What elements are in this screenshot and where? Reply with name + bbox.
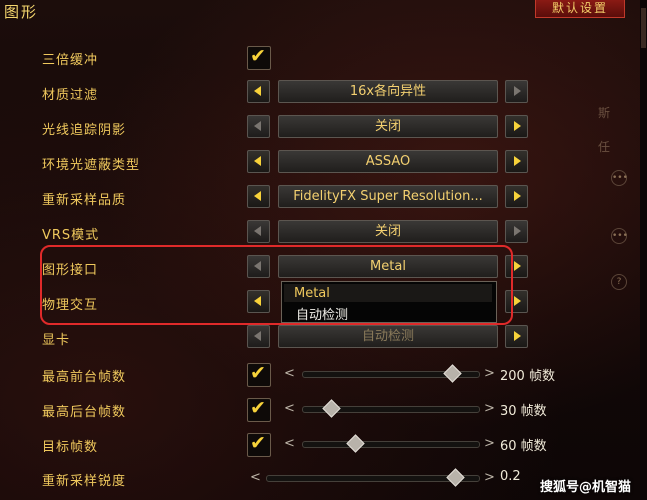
setting-row-target-fps: 目标帧数 ✔ < > 60 帧数 [0, 430, 640, 460]
prev-option-button[interactable] [247, 220, 270, 243]
scrollbar[interactable] [640, 0, 647, 500]
setting-label: 最高后台帧数 [42, 405, 127, 420]
setting-label: 重新采样品质 [42, 193, 127, 208]
arrow-right-icon [514, 226, 521, 236]
watermark: 搜狐号@机智猫 [540, 480, 632, 495]
max-background-fps-checkbox[interactable]: ✔ [247, 397, 271, 422]
check-icon: ✔ [250, 362, 266, 384]
setting-row-triple-buffering: 三倍缓冲 ✔ [0, 43, 640, 73]
slider-knob-icon[interactable] [446, 468, 465, 487]
reset-defaults-button[interactable]: 默认设置 [535, 0, 625, 18]
page-title: 图形 [4, 3, 39, 21]
arrow-right-icon [514, 191, 521, 201]
graphics-settings-panel: 图形 默认设置 斯 任 ••• ••• ? 三倍缓冲 ✔ 材质过滤 16x各向异… [0, 0, 647, 500]
max-foreground-fps-checkbox[interactable]: ✔ [247, 362, 271, 387]
setting-label: 最高前台帧数 [42, 370, 127, 385]
setting-value[interactable]: FidelityFX Super Resolution... [278, 185, 498, 208]
slider-value: 60 帧数 [500, 439, 547, 454]
arrow-left-icon [254, 86, 261, 96]
setting-row-texture-filtering: 材质过滤 16x各向异性 [0, 78, 640, 108]
slider-knob-icon[interactable] [346, 434, 366, 453]
highlight-annotation-box [40, 245, 513, 325]
arrow-left-icon[interactable]: < [250, 470, 261, 485]
arrow-right-icon[interactable]: > [484, 366, 495, 381]
arrow-right-icon [514, 331, 521, 341]
setting-value[interactable]: 关闭 [278, 220, 498, 243]
next-option-button[interactable] [505, 325, 528, 348]
arrow-left-icon[interactable]: < [284, 366, 295, 381]
arrow-left-icon [254, 226, 261, 236]
next-option-button[interactable] [505, 220, 528, 243]
arrow-right-icon[interactable]: > [484, 470, 495, 485]
prev-option-button[interactable] [247, 115, 270, 138]
slider-value: 0.2 [500, 469, 521, 484]
arrow-right-icon [514, 156, 521, 166]
setting-label: 显卡 [42, 333, 71, 348]
check-icon: ✔ [250, 432, 266, 454]
next-option-button[interactable] [505, 80, 528, 103]
setting-value[interactable]: ASSAO [278, 150, 498, 173]
gpu-select[interactable]: 自动检测 [278, 325, 498, 348]
arrow-left-icon [254, 331, 261, 341]
arrow-left-icon[interactable]: < [284, 401, 295, 416]
triple-buffering-checkbox[interactable]: ✔ [247, 45, 271, 70]
setting-row-vrs-mode: VRS模式 关闭 [0, 218, 640, 248]
arrow-right-icon [514, 86, 521, 96]
prev-option-button[interactable] [247, 80, 270, 103]
fps-slider-track[interactable] [302, 434, 480, 453]
prev-option-button[interactable] [247, 150, 270, 173]
target-fps-checkbox[interactable]: ✔ [247, 432, 271, 457]
setting-label: 环境光遮蔽类型 [42, 158, 141, 173]
slider-knob-icon[interactable] [443, 364, 462, 383]
fps-slider-track[interactable] [302, 364, 480, 383]
arrow-left-icon [254, 156, 261, 166]
check-icon: ✔ [250, 45, 266, 67]
arrow-right-icon [514, 121, 521, 131]
arrow-right-icon[interactable]: > [484, 401, 495, 416]
setting-value[interactable]: 16x各向异性 [278, 80, 498, 103]
fps-slider-track[interactable] [302, 399, 480, 418]
sharpness-slider-track[interactable] [266, 468, 480, 487]
arrow-right-icon [514, 296, 521, 306]
setting-label: 重新采样锐度 [42, 474, 127, 489]
arrow-right-icon [514, 261, 521, 271]
setting-label: 三倍缓冲 [42, 53, 99, 68]
setting-label: VRS模式 [42, 228, 100, 243]
setting-row-max-background-fps: 最高后台帧数 ✔ < > 30 帧数 [0, 395, 640, 425]
scrollbar-thumb[interactable] [641, 8, 646, 48]
slider-value: 30 帧数 [500, 404, 547, 419]
slider-value: 200 帧数 [500, 369, 555, 384]
setting-row-max-foreground-fps: 最高前台帧数 ✔ < > 200 帧数 [0, 360, 640, 390]
arrow-left-icon [254, 191, 261, 201]
arrow-right-icon[interactable]: > [484, 436, 495, 451]
next-option-button[interactable] [505, 115, 528, 138]
setting-value[interactable]: 关闭 [278, 115, 498, 138]
arrow-left-icon [254, 121, 261, 131]
setting-row-raytraced-shadows: 光线追踪阴影 关闭 [0, 113, 640, 143]
setting-row-ambient-occlusion: 环境光遮蔽类型 ASSAO [0, 148, 640, 178]
setting-label: 光线追踪阴影 [42, 123, 127, 138]
setting-label: 材质过滤 [42, 88, 99, 103]
slider-knob-icon[interactable] [321, 399, 341, 418]
prev-option-button[interactable] [247, 325, 270, 348]
check-icon: ✔ [250, 397, 266, 419]
arrow-left-icon[interactable]: < [284, 436, 295, 451]
next-option-button[interactable] [505, 185, 528, 208]
next-option-button[interactable] [505, 150, 528, 173]
setting-row-resample-quality: 重新采样品质 FidelityFX Super Resolution... [0, 183, 640, 213]
setting-label: 目标帧数 [42, 440, 99, 455]
setting-row-gpu: 显卡 自动检测 [0, 323, 640, 353]
prev-option-button[interactable] [247, 185, 270, 208]
